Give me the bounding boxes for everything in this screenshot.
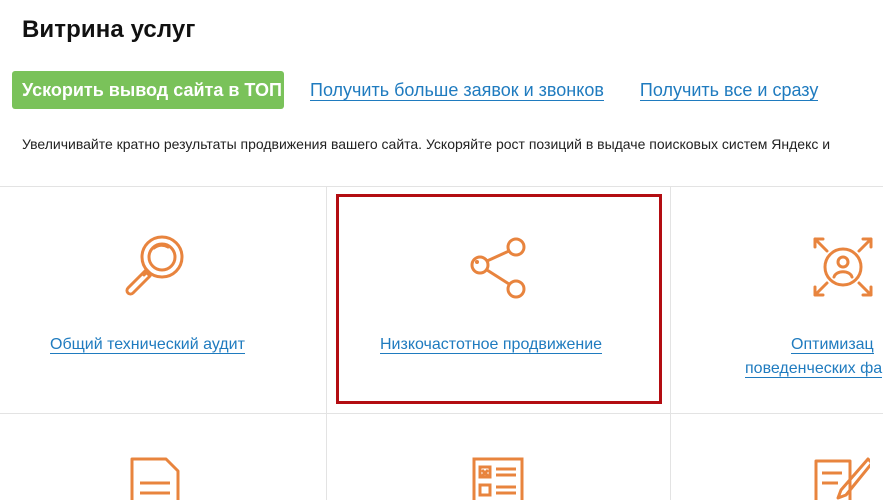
tab-more-leads[interactable]: Получить больше заявок и звонков (310, 80, 604, 101)
grid-row-divider (0, 413, 883, 414)
page-title: Витрина услуг (22, 16, 196, 43)
service-link-behavioral[interactable]: Оптимизац (791, 333, 874, 357)
service-card-behavioral[interactable]: Оптимизац поведенческих фа (671, 187, 883, 413)
target-person-icon (813, 237, 873, 297)
document-icon (130, 457, 180, 500)
tab-get-all[interactable]: Получить все и сразу (639, 80, 819, 101)
service-link-low-frequency[interactable]: Низкочастотное продвижение (380, 333, 603, 357)
service-link-audit[interactable]: Общий технический аудит (50, 333, 245, 357)
page-description: Увеличивайте кратно результаты продвижен… (22, 136, 831, 152)
services-grid: Общий технический аудит Низкочастотное п… (0, 186, 883, 500)
service-link-behavioral-line2[interactable]: поведенческих фа (745, 357, 883, 381)
service-card-audit[interactable]: Общий технический аудит (0, 187, 326, 413)
service-tabs: Ускорить вывод сайта в ТОП Получить боль… (12, 71, 819, 109)
checklist-icon (472, 457, 524, 500)
edit-icon (814, 457, 870, 500)
share-icon (470, 237, 526, 299)
page: Витрина услуг Ускорить вывод сайта в ТОП… (0, 0, 883, 500)
magnifier-icon (125, 235, 184, 296)
tab-speed-up-top[interactable]: Ускорить вывод сайта в ТОП (12, 71, 284, 109)
service-card-low-frequency[interactable]: Низкочастотное продвижение (327, 187, 670, 413)
